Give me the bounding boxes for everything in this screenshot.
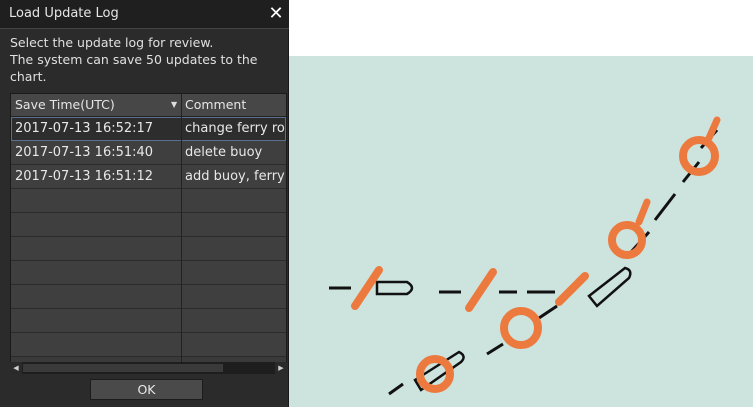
ok-button[interactable]: OK [90,379,203,400]
sort-arrow-icon[interactable]: ▼ [171,100,177,109]
dialog-description: Select the update log for review. The sy… [10,34,280,85]
description-line: The system can save 50 updates to the [10,52,258,67]
table-row-empty [11,261,286,285]
row-comment: add buoy, ferry route [185,169,285,184]
table-row-empty [11,189,286,213]
column-divider [181,94,182,362]
column-header-comment[interactable]: Comment [185,97,246,112]
row-comment: change ferry route [185,121,285,136]
load-update-log-dialog: Load Update Log ✕ Select the update log … [0,0,289,407]
description-line: chart. [10,69,47,84]
buoy-circle [416,136,719,393]
column-header-save-time[interactable]: Save Time(UTC) [15,97,115,112]
table-row-empty [11,237,286,261]
table-row[interactable]: 2017-07-13 16:51:12 add buoy, ferry rout… [11,165,286,189]
table-row-empty [11,333,286,357]
table-row[interactable]: 2017-07-13 16:52:17 change ferry route [11,117,286,141]
vessel-symbol [375,280,414,296]
table-header: Save Time(UTC) ▼ Comment [11,94,286,117]
close-icon[interactable]: ✕ [266,4,286,24]
horizontal-scrollbar[interactable]: ◀ ▶ [10,362,287,374]
row-time: 2017-07-13 16:51:40 [15,145,154,160]
row-comment: delete buoy [185,145,263,160]
dialog-title: Load Update Log [9,6,119,21]
dialog-titlebar: Load Update Log ✕ [0,0,289,29]
scroll-right-icon[interactable]: ▶ [275,362,287,374]
chart-symbols [329,116,721,396]
table-row[interactable]: 2017-07-13 16:51:40 delete buoy [11,141,286,165]
chart-view[interactable] [289,56,753,407]
ferry-route-line [388,129,719,396]
scrollbar-thumb[interactable] [23,364,223,372]
scroll-left-icon[interactable]: ◀ [10,362,22,374]
row-time: 2017-07-13 16:51:12 [15,169,154,184]
vessel-symbol [587,266,632,308]
table-row-empty [11,309,286,333]
update-log-table: Save Time(UTC) ▼ Comment 2017-07-13 16:5… [10,93,287,363]
table-row-empty [11,213,286,237]
row-time: 2017-07-13 16:52:17 [15,121,154,136]
description-line: Select the update log for review. [10,35,214,50]
table-row-empty [11,285,286,309]
deletion-mark [351,266,589,312]
